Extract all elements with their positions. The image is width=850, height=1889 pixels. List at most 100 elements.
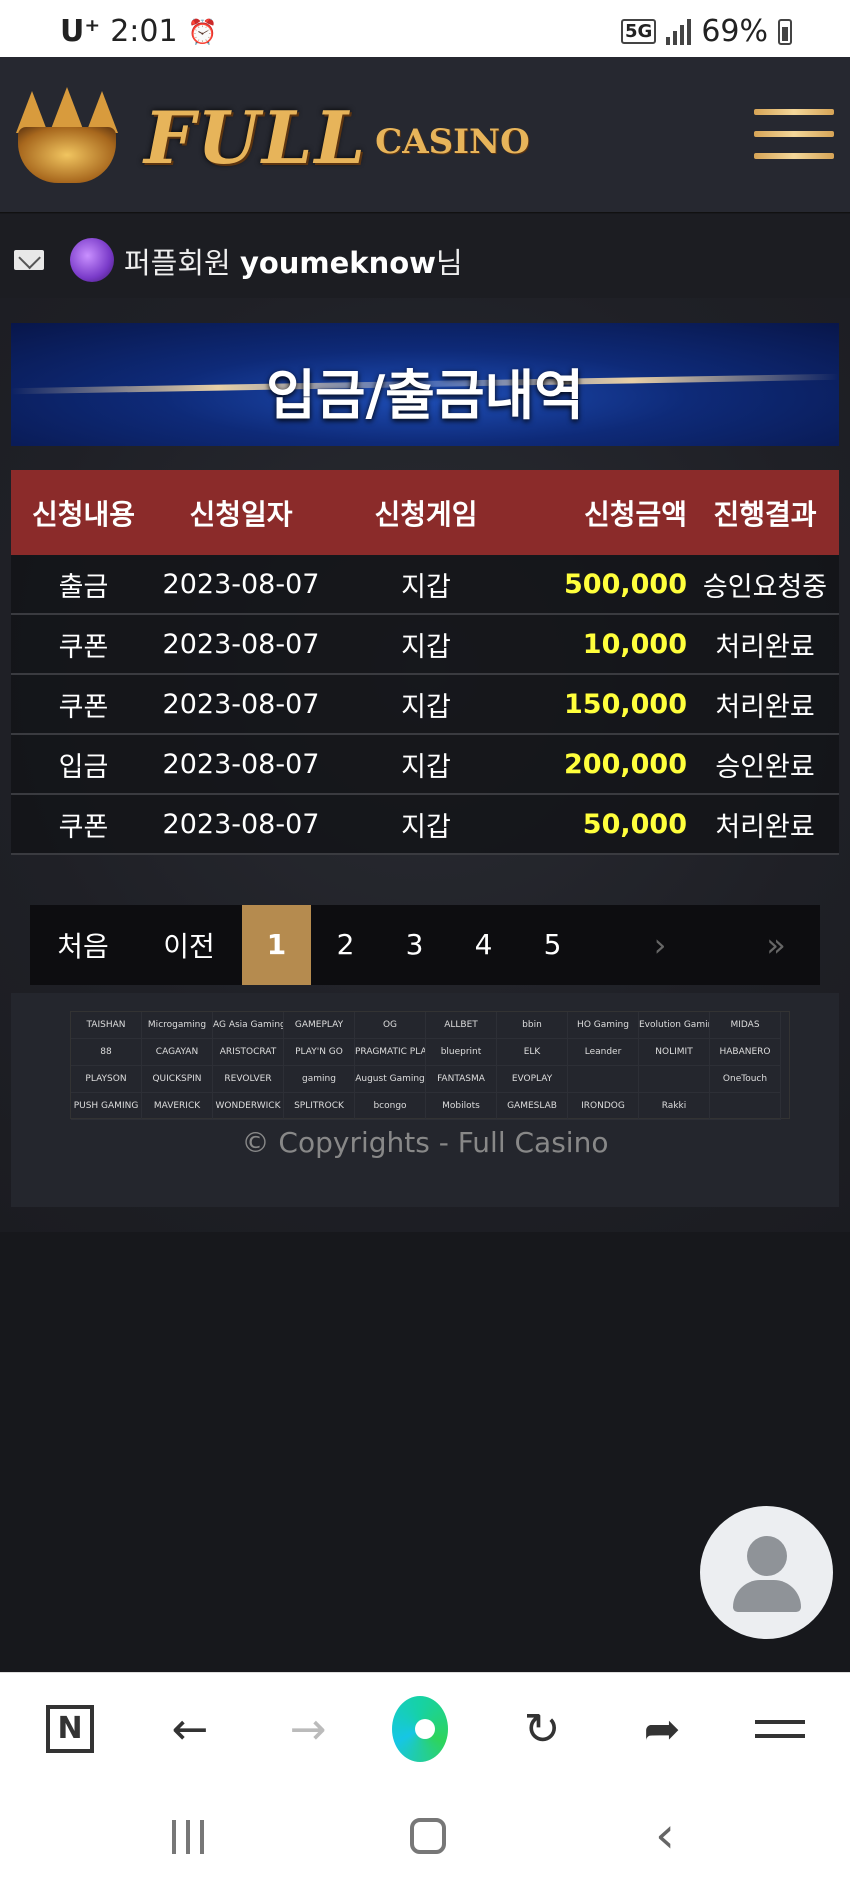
provider-logo: bbin — [497, 1012, 568, 1039]
provider-logos: TAISHAN Microgaming AG Asia Gaming GAMEPLAY… — [70, 1011, 790, 1120]
provider-logo: ELK — [497, 1039, 568, 1066]
cell-date: 2023-08-07 — [162, 568, 320, 600]
provider-logo: HO Gaming — [568, 1012, 639, 1039]
green-dot-button[interactable] — [392, 1696, 448, 1762]
page-1-button[interactable]: 1 — [242, 905, 311, 985]
provider-logo: NOLIMIT — [639, 1039, 710, 1066]
provider-logo: August Gaming — [355, 1066, 426, 1093]
provider-logo: Leander — [568, 1039, 639, 1066]
cell-status: 처리완료 — [715, 631, 815, 663]
page-2-button[interactable]: 2 — [311, 905, 380, 985]
battery-percent: 69% — [701, 14, 768, 49]
cell-type: 쿠폰 — [58, 631, 109, 663]
table-row: 출금 2023-08-07 지갑 500,000 승인요청중 — [11, 555, 839, 615]
mail-icon[interactable] — [14, 250, 44, 270]
cell-game: 지갑 — [401, 751, 451, 783]
provider-logo: gaming — [284, 1066, 355, 1093]
naver-n-icon: N — [46, 1705, 94, 1753]
transaction-table: 신청내용 신청일자 신청게임 신청금액 진행결과 출금 2023-08-07 지… — [11, 470, 839, 855]
share-icon[interactable]: ➦ — [634, 1701, 690, 1757]
status-bar: U⁺ 2:01 ⏰ 5G 69% — [0, 0, 850, 57]
column-header: 신청내용 — [31, 497, 136, 531]
provider-logo: FANTASMA — [426, 1066, 497, 1093]
person-icon — [747, 1536, 787, 1576]
cell-amount: 50,000 — [582, 808, 687, 840]
provider-logo: GAMESLAB — [497, 1093, 568, 1120]
cell-game: 지갑 — [401, 631, 451, 663]
cell-type: 쿠폰 — [58, 691, 109, 723]
provider-logo: REVOLVER — [213, 1066, 284, 1093]
hamburger-icon[interactable] — [754, 109, 834, 167]
system-back-icon[interactable]: ‹ — [655, 1806, 675, 1864]
crown-icon — [12, 87, 122, 187]
cell-amount: 500,000 — [564, 568, 687, 600]
first-page-button[interactable]: 처음 — [30, 925, 136, 965]
last-page-button[interactable]: » — [733, 926, 819, 964]
browser-toolbar: N ← → ↻ ➦ — [0, 1672, 850, 1782]
column-header: 신청일자 — [189, 497, 293, 531]
browser-menu-icon[interactable] — [752, 1701, 808, 1757]
provider-logo: OG — [355, 1012, 426, 1039]
member-suffix: 님 — [435, 246, 463, 280]
provider-logo: Microgaming — [142, 1012, 213, 1039]
page-5-button[interactable]: 5 — [518, 905, 587, 985]
cell-amount: 10,000 — [582, 628, 687, 660]
provider-logo: QUICKSPIN — [142, 1066, 213, 1093]
provider-logo: IRONDOG — [568, 1093, 639, 1120]
support-chat-button[interactable] — [700, 1506, 833, 1639]
page-title: 입금/출금내역 — [266, 364, 584, 427]
cell-type: 출금 — [58, 571, 109, 603]
refresh-icon[interactable]: ↻ — [514, 1701, 570, 1757]
member-level-icon — [70, 238, 114, 282]
table-row: 입금 2023-08-07 지갑 200,000 승인완료 — [11, 735, 839, 795]
provider-logo — [639, 1066, 710, 1093]
back-arrow-icon[interactable]: ← — [162, 1701, 218, 1757]
table-row: 쿠폰 2023-08-07 지갑 150,000 처리완료 — [11, 675, 839, 735]
provider-logo: HABANERO — [710, 1039, 781, 1066]
provider-logo — [710, 1093, 781, 1120]
table-header: 신청내용 신청일자 신청게임 신청금액 진행결과 — [11, 470, 839, 555]
home-icon[interactable] — [410, 1818, 446, 1854]
recent-apps-icon[interactable] — [172, 1820, 204, 1856]
column-header: 진행결과 — [713, 497, 817, 531]
network-type: 5G — [621, 19, 657, 44]
cell-status: 승인완료 — [715, 751, 815, 783]
provider-logo: PRAGMATIC PLAY — [355, 1039, 426, 1066]
logo-subtext: CASINO — [375, 122, 530, 162]
cell-game: 지갑 — [401, 571, 451, 603]
pagination: 처음 이전 1 2 3 4 5 › » — [30, 905, 820, 985]
page-4-button[interactable]: 4 — [449, 905, 518, 985]
provider-logo: EVOPLAY — [497, 1066, 568, 1093]
provider-logo: bcongo — [355, 1093, 426, 1120]
column-header: 신청게임 — [374, 497, 478, 531]
cell-date: 2023-08-07 — [162, 688, 320, 720]
cell-status: 처리완료 — [715, 811, 815, 843]
member-info-bar: 퍼플회원 youmeknow님 — [0, 214, 850, 298]
naver-home-button[interactable]: N — [42, 1701, 98, 1757]
table-row: 쿠폰 2023-08-07 지갑 10,000 처리완료 — [11, 615, 839, 675]
forward-arrow-icon[interactable]: → — [280, 1701, 336, 1757]
site-logo[interactable]: FULL CASINO — [12, 87, 530, 187]
cell-date: 2023-08-07 — [162, 628, 320, 660]
cell-type: 입금 — [58, 751, 109, 783]
logo-text: FULL — [144, 94, 368, 180]
prev-page-button[interactable]: 이전 — [136, 925, 242, 965]
member-username: youmeknow — [239, 246, 436, 280]
provider-logo: CAGAYAN — [142, 1039, 213, 1066]
carrier-label: U⁺ — [60, 14, 101, 49]
provider-logo: ALLBET — [426, 1012, 497, 1039]
next-page-button[interactable]: › — [587, 926, 733, 964]
battery-icon — [778, 18, 792, 45]
cell-status: 처리완료 — [715, 691, 815, 723]
page-3-button[interactable]: 3 — [380, 905, 449, 985]
clock-time: 2:01 — [110, 14, 178, 49]
member-level: 퍼플회원 — [124, 246, 231, 280]
provider-logo: 88 — [71, 1039, 142, 1066]
provider-logo: AG Asia Gaming — [213, 1012, 284, 1039]
green-dot-icon — [392, 1696, 448, 1762]
provider-logo: PLAY'N GO — [284, 1039, 355, 1066]
cell-date: 2023-08-07 — [162, 748, 320, 780]
copyright-text: © Copyrights - Full Casino — [241, 1126, 609, 1159]
cell-amount: 200,000 — [564, 748, 687, 780]
provider-logo: PUSH GAMING — [71, 1093, 142, 1120]
